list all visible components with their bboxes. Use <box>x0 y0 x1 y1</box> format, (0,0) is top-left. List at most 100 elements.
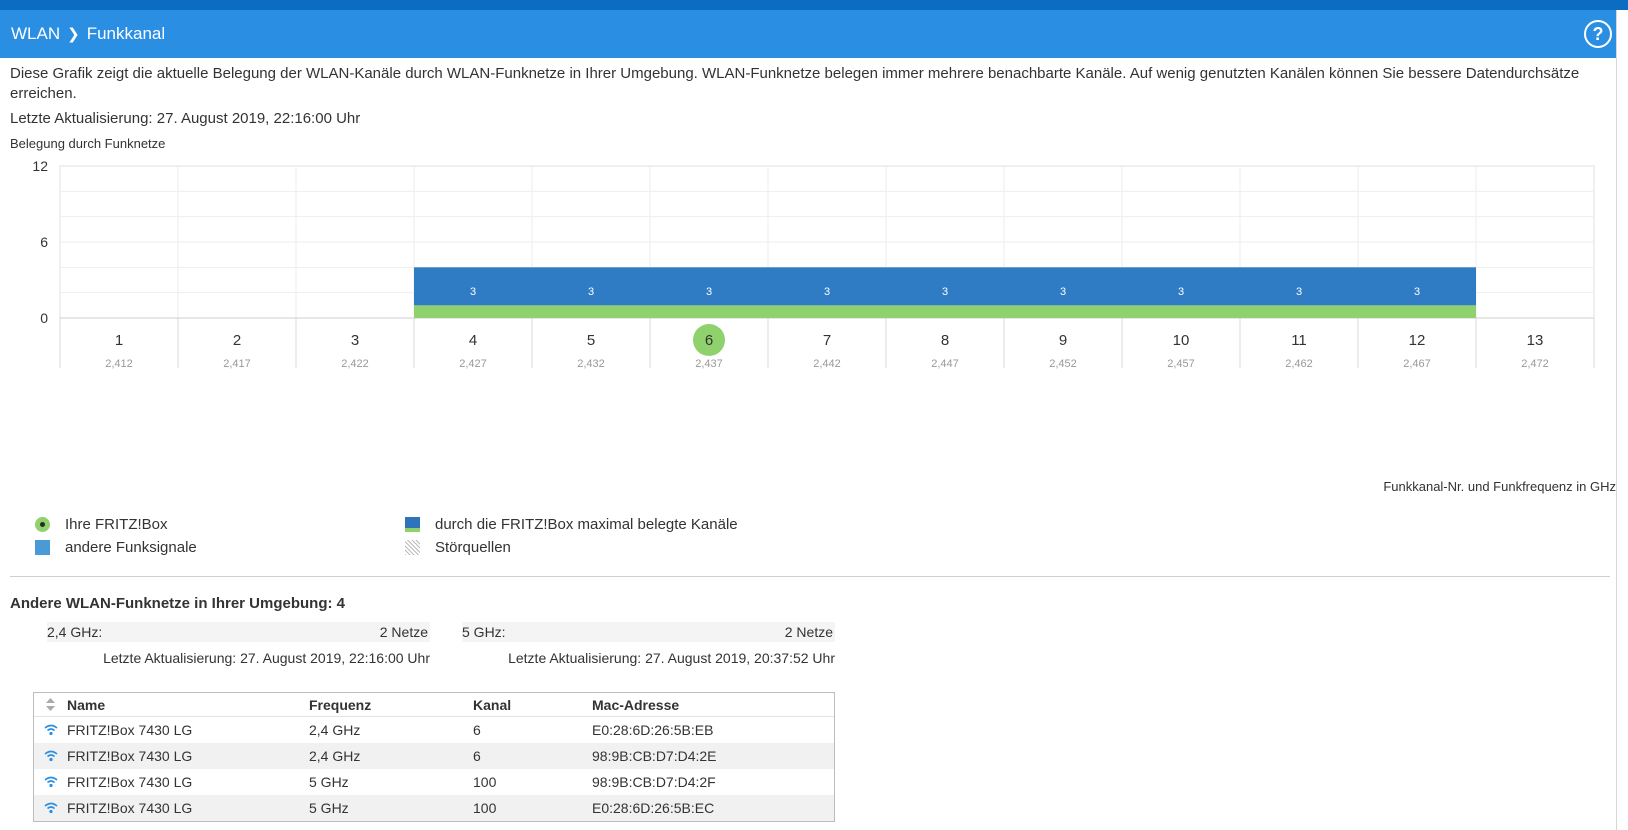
x-tick-label: 7 <box>823 332 831 349</box>
x-tick-label: 6 <box>705 332 713 349</box>
column-header-name[interactable]: Name <box>67 697 309 713</box>
x-tick-label: 5 <box>587 332 595 349</box>
frequency-label: 2,427 <box>459 358 487 370</box>
y-tick-label: 0 <box>40 310 48 326</box>
frequency-label: 2,447 <box>931 358 959 370</box>
bar-value-label: 3 <box>1296 286 1302 298</box>
frequency-label: 2,417 <box>223 358 251 370</box>
page-description: Diese Grafik zeigt die aktuelle Belegung… <box>10 65 1580 102</box>
channel-chart: Belegung durch Funknetze 0 6 12 3 3 3 3 3 3 3 3 3 1 2,… <box>0 136 1616 496</box>
bar-value-label: 3 <box>1414 286 1420 298</box>
cell-mac: 98:9B:CB:D7:D4:2E <box>592 748 717 764</box>
other-signals-swatch-icon <box>35 540 50 555</box>
networks-table: Name Frequenz Kanal Mac-Adresse FRITZ!Bo… <box>33 692 835 822</box>
band-24-count: 2 Netze <box>379 624 428 640</box>
bar-value-label: 3 <box>706 286 712 298</box>
frequency-label: 2,442 <box>813 358 841 370</box>
table-row: FRITZ!Box 7430 LG 2,4 GHz 6 98:9B:CB:D7:… <box>34 743 834 769</box>
wifi-icon <box>34 801 67 815</box>
x-tick-label: 10 <box>1173 332 1190 349</box>
cell-frequency: 2,4 GHz <box>309 748 361 764</box>
frequency-label: 2,437 <box>695 358 723 370</box>
table-row: FRITZ!Box 7430 LG 5 GHz 100 98:9B:CB:D7:… <box>34 769 834 795</box>
cell-frequency: 5 GHz <box>309 800 349 816</box>
wifi-icon <box>34 775 67 789</box>
channel-chart-svg: Belegung durch Funknetze 0 6 12 3 3 3 3 3 3 3 3 3 1 2,… <box>10 136 1595 370</box>
band-24-summary: 2,4 GHz: 2 Netze <box>47 622 430 642</box>
breadcrumb: WLAN ❯ Funkkanal <box>11 24 165 44</box>
chevron-right-icon: ❯ <box>67 26 80 43</box>
column-header-mac[interactable]: Mac-Adresse <box>592 697 832 713</box>
legend-max: durch die FRITZ!Box maximal belegte Kanä… <box>405 516 738 533</box>
band-5-updated: Letzte Aktualisierung: 27. August 2019, … <box>508 650 835 666</box>
cell-mac: E0:28:6D:26:5B:EC <box>592 800 715 816</box>
legend-noise: Störquellen <box>405 539 511 556</box>
frequency-label: 2,452 <box>1049 358 1077 370</box>
band-5-count: 2 Netze <box>784 624 833 640</box>
bar-fritzbox-8 <box>886 305 1004 318</box>
bar-value-label: 3 <box>470 286 476 298</box>
breadcrumb-wlan[interactable]: WLAN <box>11 24 60 44</box>
sort-arrows-icon[interactable] <box>34 697 67 712</box>
x-tick-label: 4 <box>469 332 477 349</box>
right-edge-divider <box>1616 10 1617 830</box>
bar-fritzbox-4 <box>414 305 532 318</box>
cell-channel: 6 <box>473 748 481 764</box>
fritzbox-dot-icon <box>35 517 50 532</box>
cell-frequency: 2,4 GHz <box>309 722 361 738</box>
bar-fritzbox-5 <box>532 305 650 318</box>
table-header: Name Frequenz Kanal Mac-Adresse <box>34 693 834 717</box>
frequency-label: 2,467 <box>1403 358 1431 370</box>
noise-swatch-icon <box>405 540 420 555</box>
top-strip <box>0 0 1628 10</box>
cell-channel: 6 <box>473 722 481 738</box>
cell-name: FRITZ!Box 7430 LG <box>67 748 193 764</box>
x-tick-label: 9 <box>1059 332 1067 349</box>
bar-fritzbox-12 <box>1358 305 1476 318</box>
cell-channel: 100 <box>473 800 497 816</box>
bar-fritzbox-6 <box>650 305 768 318</box>
page-header: WLAN ❯ Funkkanal ? <box>0 10 1616 58</box>
help-icon[interactable]: ? <box>1584 20 1612 48</box>
band-5-summary: 5 GHz: 2 Netze <box>462 622 835 642</box>
frequency-label: 2,412 <box>105 358 133 370</box>
table-row: FRITZ!Box 7430 LG 2,4 GHz 6 E0:28:6D:26:… <box>34 717 834 743</box>
frequency-label: 2,457 <box>1167 358 1195 370</box>
cell-mac: E0:28:6D:26:5B:EB <box>592 722 714 738</box>
column-header-frequency[interactable]: Frequenz <box>309 697 473 713</box>
cell-mac: 98:9B:CB:D7:D4:2F <box>592 774 716 790</box>
band-24-label: 2,4 GHz: <box>47 624 103 640</box>
band-24-updated: Letzte Aktualisierung: 27. August 2019, … <box>103 650 430 666</box>
x-tick-label: 12 <box>1409 332 1426 349</box>
y-axis-caption: Belegung durch Funknetze <box>10 136 165 151</box>
legend-max-label: durch die FRITZ!Box maximal belegte Kanä… <box>435 516 738 533</box>
column-header-channel[interactable]: Kanal <box>473 697 592 713</box>
x-tick-label: 2 <box>233 332 241 349</box>
x-tick-label: 13 <box>1527 332 1544 349</box>
table-row: FRITZ!Box 7430 LG 5 GHz 100 E0:28:6D:26:… <box>34 795 834 821</box>
x-tick-label: 1 <box>115 332 123 349</box>
frequency-label: 2,472 <box>1521 358 1549 370</box>
bar-fritzbox-9 <box>1004 305 1122 318</box>
bar-value-label: 3 <box>824 286 830 298</box>
bar-fritzbox-11 <box>1240 305 1358 318</box>
cell-frequency: 5 GHz <box>309 774 349 790</box>
cell-name: FRITZ!Box 7430 LG <box>67 774 193 790</box>
bar-value-label: 3 <box>1178 286 1184 298</box>
x-tick-label: 8 <box>941 332 949 349</box>
wifi-icon <box>34 749 67 763</box>
legend-other: andere Funksignale <box>35 539 197 556</box>
section-divider <box>10 576 1610 577</box>
breadcrumb-current: Funkkanal <box>86 24 166 43</box>
bar-fritzbox-10 <box>1122 305 1240 318</box>
legend-noise-label: Störquellen <box>435 539 511 556</box>
legend-other-label: andere Funksignale <box>65 539 197 556</box>
max-channels-swatch-icon <box>405 517 420 532</box>
x-tick-label: 11 <box>1291 332 1307 349</box>
cell-name: FRITZ!Box 7430 LG <box>67 800 193 816</box>
frequency-label: 2,462 <box>1285 358 1313 370</box>
cell-name: FRITZ!Box 7430 LG <box>67 722 193 738</box>
frequency-label: 2,432 <box>577 358 605 370</box>
legend-fritzbox-label: Ihre FRITZ!Box <box>65 516 168 533</box>
frequency-label: 2,422 <box>341 358 369 370</box>
